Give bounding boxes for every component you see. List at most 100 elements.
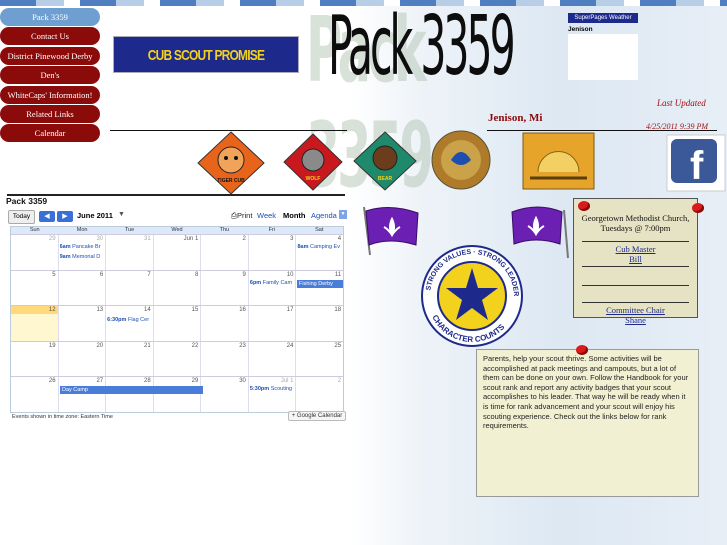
- event-time: 5:30pm: [249, 386, 270, 393]
- committee-chair-name-link[interactable]: Shane: [625, 315, 646, 325]
- calendar-day[interactable]: 6: [57, 270, 106, 306]
- calendar-day[interactable]: 18: [295, 306, 343, 341]
- google-calendar-button[interactable]: + Google Calendar: [288, 411, 346, 421]
- print-button[interactable]: ⎙Print: [231, 211, 252, 221]
- event-pancake[interactable]: 6am Pancake Br: [60, 244, 101, 250]
- calendar-day[interactable]: 23: [200, 341, 248, 377]
- pushpin-icon: [692, 203, 704, 213]
- parents-note: Parents, help your scout thrive. Some ac…: [476, 349, 699, 497]
- weekday-label: Tue: [124, 227, 135, 233]
- committee-chair-link[interactable]: Committee Chair: [606, 305, 665, 315]
- tab-week[interactable]: Week: [257, 211, 276, 220]
- day-number: 14: [144, 307, 151, 314]
- day-number: 11: [334, 271, 342, 278]
- weather-title[interactable]: SuperPages Weather: [568, 13, 638, 23]
- tiger-cub-badge[interactable]: TIGER CUB: [196, 130, 266, 196]
- calendar-day[interactable]: 3: [247, 235, 296, 270]
- calendar-day[interactable]: 13: [57, 306, 106, 341]
- event-fishing-derby[interactable]: Fishing Derby: [297, 279, 343, 288]
- calendar-day[interactable]: 28: [105, 377, 153, 412]
- nav-item-contact[interactable]: Contact Us: [0, 27, 100, 46]
- event-family-camp[interactable]: 6pm Family Cam: [250, 280, 292, 286]
- arrow-of-light-badge[interactable]: [522, 132, 595, 190]
- calendar-day[interactable]: 8: [152, 270, 201, 306]
- wolf-badge[interactable]: WOLF: [282, 132, 344, 192]
- svg-text:f: f: [690, 144, 704, 188]
- tab-month[interactable]: Month: [283, 211, 306, 220]
- calendar-day[interactable]: 2: [295, 377, 343, 412]
- promise-text: CUB SCOUT PROMISE: [147, 47, 265, 64]
- nav-item-related-links[interactable]: Related Links: [0, 104, 100, 123]
- event-title: Memorial D: [72, 254, 101, 260]
- event-memorial[interactable]: 9am Memorial D: [60, 254, 101, 260]
- day-number: 29: [191, 378, 199, 385]
- day-number: 16: [239, 307, 246, 314]
- day-number: 13: [96, 307, 104, 314]
- calendar-day[interactable]: 30: [200, 377, 248, 412]
- day-number: 20: [96, 342, 104, 349]
- calendar-day[interactable]: 29: [152, 377, 201, 412]
- day-number: 28: [144, 378, 151, 385]
- calendar-day[interactable]: 16: [200, 306, 248, 341]
- day-number: 30: [239, 378, 246, 385]
- calendar-day[interactable]: 5: [11, 271, 58, 306]
- calendar-day[interactable]: 7: [105, 270, 153, 306]
- prev-month-button[interactable]: ◀: [39, 211, 55, 222]
- nav-item-pinewood-derby[interactable]: District Pinewood Derby: [0, 46, 100, 65]
- event-scouting[interactable]: 5:30pm Scouting: [250, 386, 292, 392]
- weekday-label: Thu: [219, 227, 230, 233]
- next-month-button[interactable]: ▶: [57, 211, 73, 222]
- bear-label: BEAR: [378, 176, 393, 182]
- day-number: 31: [144, 236, 151, 242]
- facebook-icon[interactable]: f: [666, 134, 726, 192]
- calendar-day-today[interactable]: 12: [11, 306, 58, 341]
- weather-panel: [568, 34, 638, 80]
- event-day-camp[interactable]: Day Camp: [60, 386, 203, 395]
- webelos-badge[interactable]: [430, 130, 492, 190]
- event-flag-ceremony[interactable]: 6:30pm Flag Cer: [107, 317, 149, 323]
- nav-item-calendar[interactable]: Calendar: [0, 124, 100, 143]
- calendar-day[interactable]: 20: [57, 341, 106, 377]
- calendar-day[interactable]: 14 6:30pm Flag Cer: [105, 306, 153, 341]
- calendar-day[interactable]: 10 6pm Family Cam: [247, 270, 296, 306]
- calendar-day[interactable]: 26: [11, 377, 58, 412]
- day-number: 27: [96, 378, 104, 385]
- event-time: 9am: [59, 254, 71, 260]
- bear-badge[interactable]: BEAR: [352, 130, 418, 192]
- calendar-day[interactable]: 9: [200, 270, 248, 306]
- calendar-day[interactable]: 2: [200, 235, 248, 270]
- calendar-day[interactable]: 25: [295, 341, 343, 377]
- calendar-day[interactable]: 30 6am Pancake Br 9am Memorial D: [57, 235, 106, 270]
- calendar-day[interactable]: 22: [152, 341, 201, 377]
- calendar-day[interactable]: 17: [247, 306, 296, 341]
- calendar-day[interactable]: 15: [152, 306, 201, 341]
- calendar-day[interactable]: Jul 1 5:30pm Scouting: [247, 377, 296, 412]
- cubmaster-name-link[interactable]: Bill: [629, 254, 642, 264]
- nav-item-home[interactable]: Pack 3359: [0, 8, 100, 26]
- calendar-day[interactable]: 29: [11, 235, 58, 270]
- calendar-day[interactable]: 24: [247, 341, 296, 377]
- calendar-day[interactable]: 4 8am Camping Ev: [295, 235, 343, 270]
- day-number: 18: [334, 307, 342, 314]
- calendar-day[interactable]: Jun 1: [152, 235, 201, 270]
- character-counts-emblem: STRONG VALUES · STRONG LEADERS CHARACTER…: [416, 244, 528, 348]
- calendar-day[interactable]: 31: [105, 235, 153, 270]
- day-number: 26: [48, 378, 56, 385]
- month-dropdown-icon[interactable]: ▼: [118, 211, 125, 218]
- day-number: 25: [334, 342, 342, 349]
- calendar-day[interactable]: 27: [57, 377, 106, 412]
- event-camping[interactable]: 8am Camping Ev: [297, 244, 340, 250]
- calendar-day[interactable]: 21: [105, 341, 153, 377]
- agenda-dropdown-icon[interactable]: ▼: [339, 210, 347, 219]
- calendar-week: 12 13 14 6:30pm Flag Cer 15 16 17 18: [11, 305, 343, 341]
- calendar-day[interactable]: 19: [11, 342, 58, 377]
- nav-item-whitecaps[interactable]: WhiteCaps' Information!: [0, 85, 100, 104]
- day-number: 7: [147, 271, 151, 278]
- tab-agenda[interactable]: Agenda: [311, 211, 337, 220]
- nav-item-dens[interactable]: Den's: [0, 66, 100, 85]
- cubmaster-link[interactable]: Cub Master: [616, 244, 656, 254]
- calendar-day[interactable]: 11: [295, 270, 343, 306]
- last-updated-date: 4/25/2011 9:39 PM: [646, 122, 709, 131]
- today-button[interactable]: Today: [8, 210, 35, 224]
- day-number: 9: [242, 271, 246, 278]
